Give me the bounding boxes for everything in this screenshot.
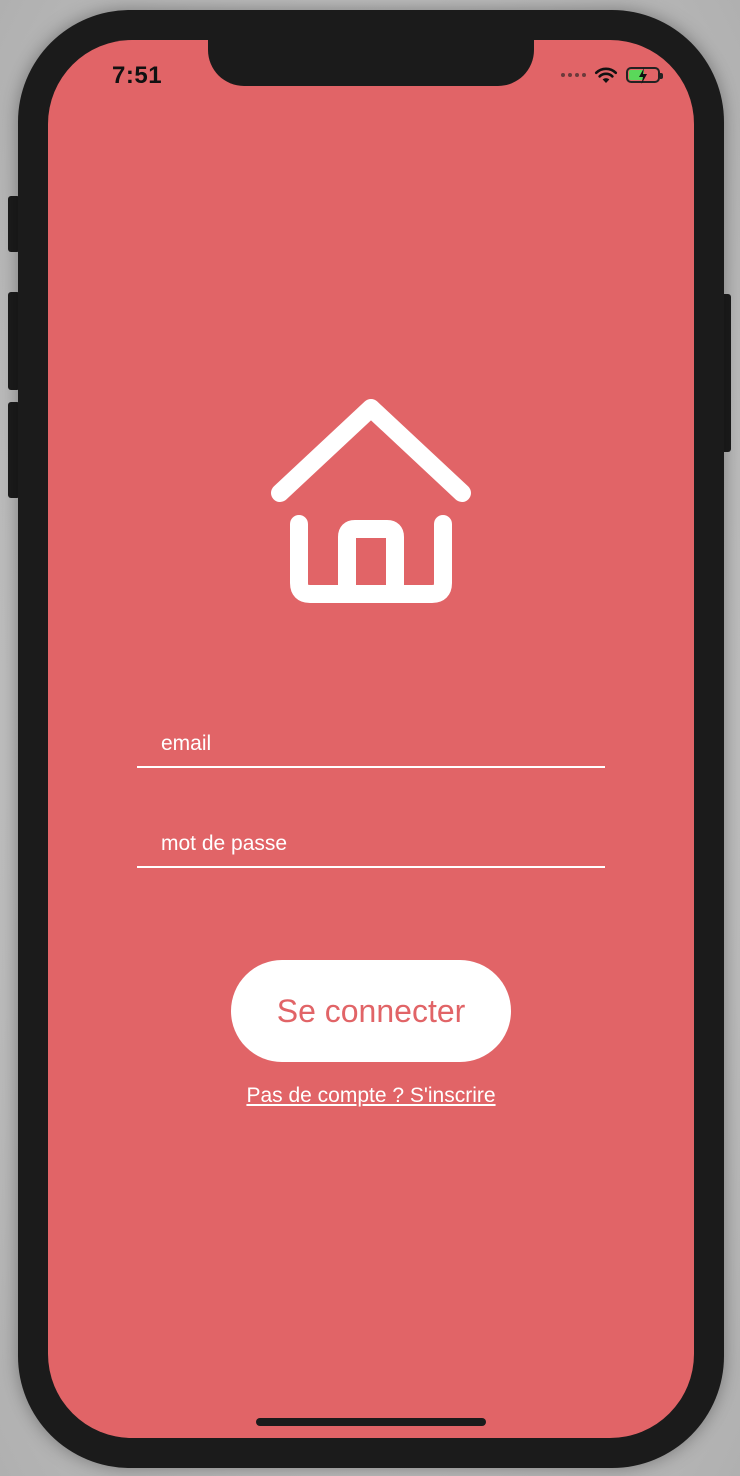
status-indicators <box>561 66 663 84</box>
password-field <box>137 822 605 868</box>
charging-bolt-icon <box>639 68 647 84</box>
home-icon <box>271 399 471 603</box>
login-button[interactable]: Se connecter <box>231 960 511 1062</box>
app-screen: 7:51 email Se connecter Pas de compte ? … <box>48 40 694 1438</box>
signup-link[interactable]: Pas de compte ? S'inscrire <box>48 1084 694 1108</box>
cellular-signal-icon <box>561 73 586 77</box>
phone-frame: 7:51 email Se connecter Pas de compte ? … <box>18 10 724 1468</box>
password-input[interactable] <box>137 822 605 866</box>
home-indicator <box>256 1418 486 1426</box>
email-input[interactable] <box>137 722 605 766</box>
email-field <box>137 722 605 768</box>
wifi-icon <box>594 67 618 83</box>
status-time: 7:51 <box>112 62 163 89</box>
battery-icon <box>626 67 663 84</box>
notch <box>208 40 534 86</box>
device-stage: 7:51 email Se connecter Pas de compte ? … <box>0 0 740 1476</box>
